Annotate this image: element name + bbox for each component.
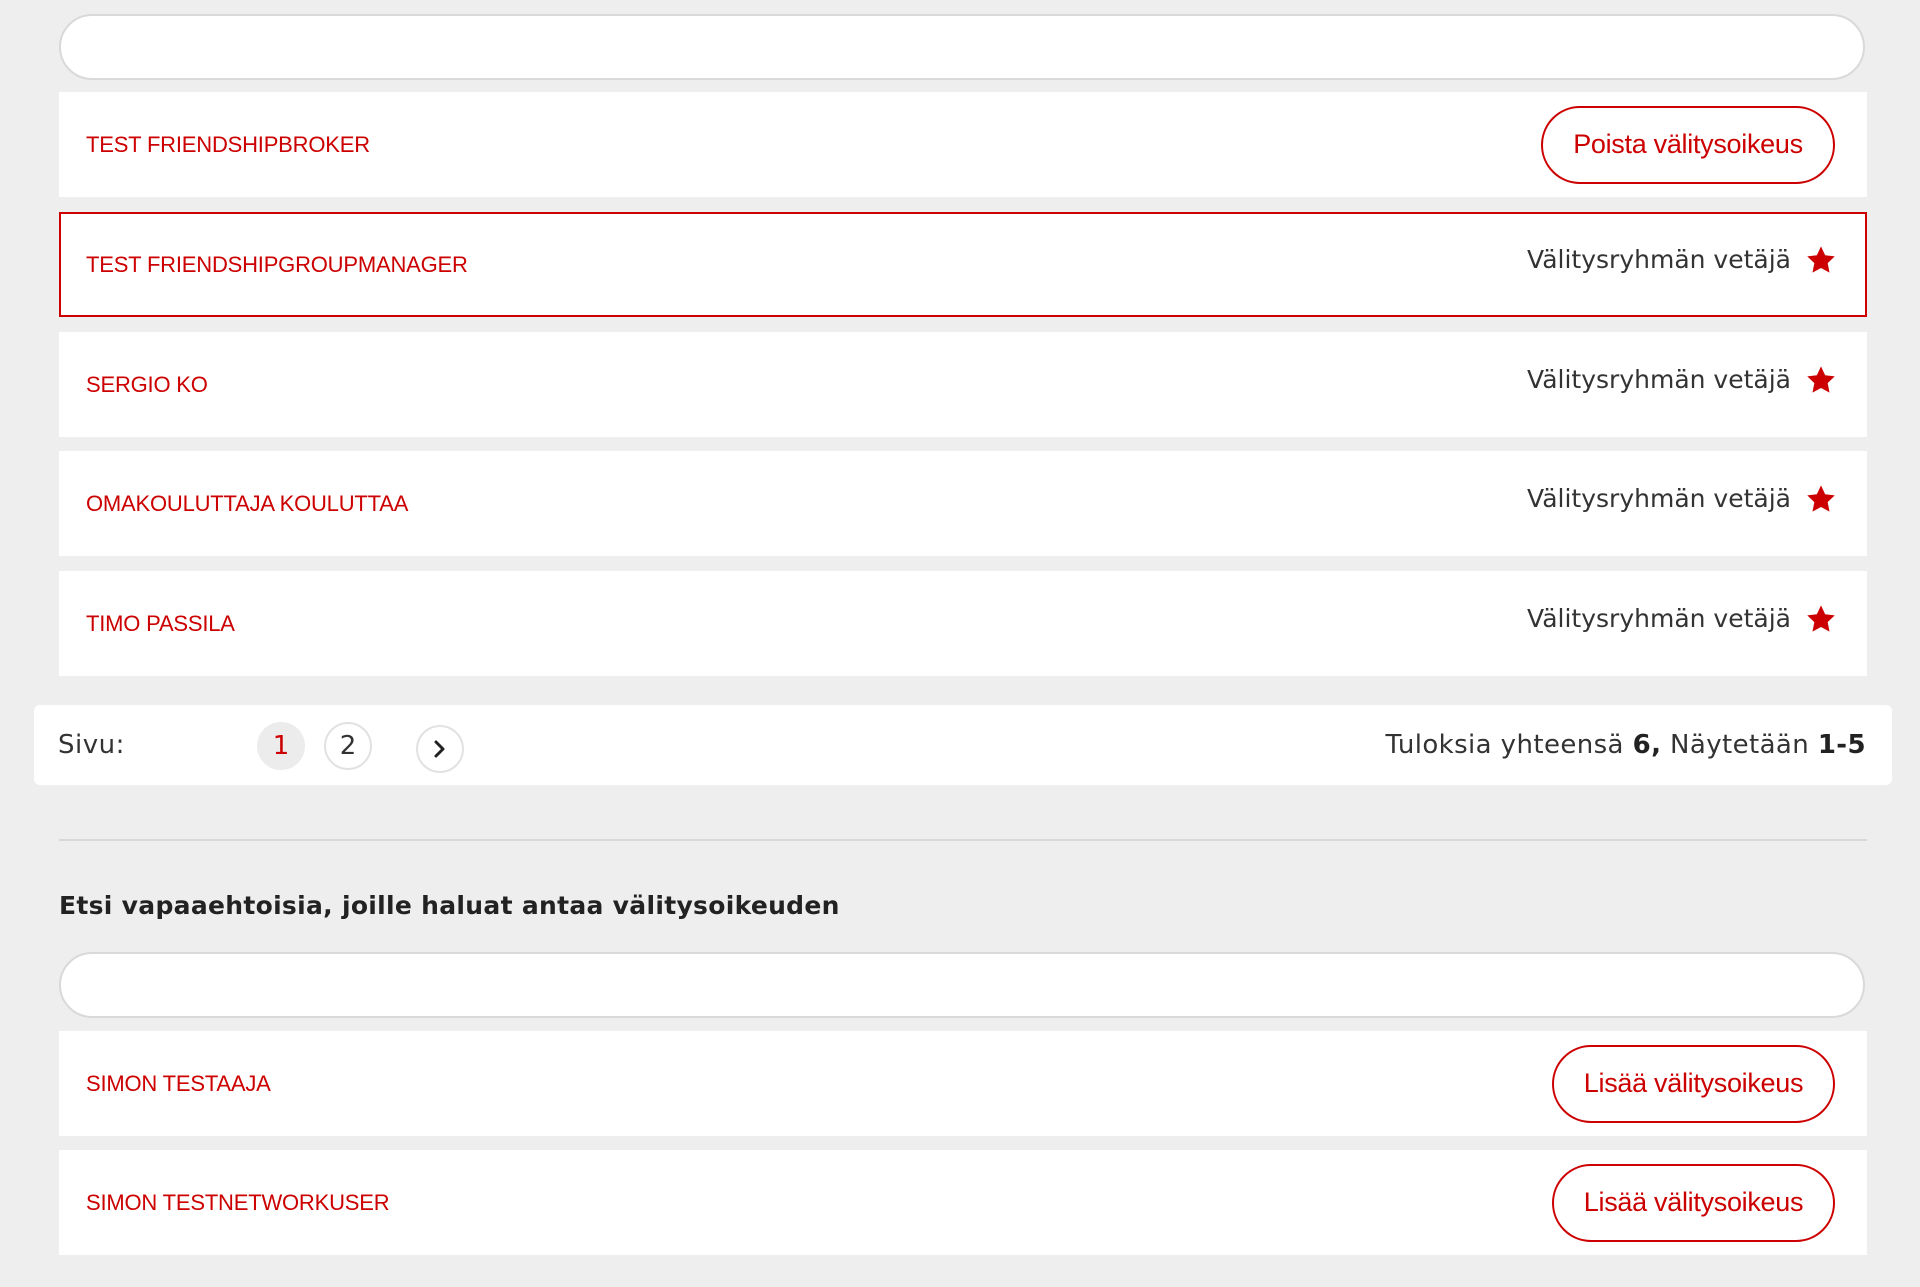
broker-row: TIMO PASSILA Välitysryhmän vetäjä (59, 571, 1867, 676)
broker-row: OMAKOULUTTAJA KOULUTTAA Välitysryhmän ve… (59, 451, 1867, 556)
volunteer-row: SIMON TESTAAJA Lisää välitysoikeus (59, 1031, 1867, 1136)
volunteer-row: SIMON TESTNETWORKUSER Lisää välitysoikeu… (59, 1150, 1867, 1255)
role-label: Välitysryhmän vetäjä (1527, 604, 1791, 633)
volunteer-name[interactable]: SIMON TESTAAJA (86, 1071, 271, 1097)
broker-name[interactable]: TIMO PASSILA (86, 611, 235, 637)
group-leader-badge: Välitysryhmän vetäjä (1527, 244, 1837, 276)
add-broker-right-button[interactable]: Lisää välitysoikeus (1552, 1044, 1835, 1123)
results-showing-label: Näytetään (1670, 730, 1810, 760)
page-1-button[interactable]: 1 (257, 722, 305, 770)
volunteer-search-title: Etsi vapaaehtoisia, joille haluat antaa … (59, 891, 840, 920)
volunteer-search-input[interactable] (59, 952, 1865, 1018)
remove-broker-right-button[interactable]: Poista välitysoikeus (1541, 105, 1835, 184)
group-leader-badge: Välitysryhmän vetäjä (1527, 364, 1837, 396)
star-icon (1807, 365, 1835, 393)
broker-name[interactable]: TEST FRIENDSHIPGROUPMANAGER (86, 252, 468, 278)
section-divider (59, 839, 1867, 841)
next-page-button[interactable] (416, 725, 464, 773)
star-icon (1807, 484, 1835, 512)
role-label: Välitysryhmän vetäjä (1527, 245, 1791, 274)
chevron-right-icon (434, 740, 445, 758)
results-total: 6, (1632, 730, 1662, 760)
results-summary: Tuloksia yhteensä 6, Näytetään 1-5 (1386, 730, 1866, 760)
results-range: 1-5 (1817, 730, 1866, 760)
role-label: Välitysryhmän vetäjä (1527, 484, 1791, 513)
page-2-button[interactable]: 2 (324, 722, 372, 770)
role-label: Välitysryhmän vetäjä (1527, 365, 1791, 394)
broker-row-selected: TEST FRIENDSHIPGROUPMANAGER Välitysryhmä… (59, 212, 1867, 317)
volunteer-name[interactable]: SIMON TESTNETWORKUSER (86, 1190, 390, 1216)
broker-search-input[interactable] (59, 14, 1865, 80)
broker-row: TEST FRIENDSHIPBROKER Poista välitysoike… (59, 92, 1867, 197)
pagination-label: Sivu: (58, 730, 125, 760)
broker-management-page: TEST FRIENDSHIPBROKER Poista välitysoike… (0, 0, 1920, 1287)
results-total-label: Tuloksia yhteensä (1385, 730, 1624, 760)
star-icon (1807, 245, 1835, 273)
broker-name[interactable]: TEST FRIENDSHIPBROKER (86, 132, 370, 158)
add-broker-right-button[interactable]: Lisää välitysoikeus (1552, 1163, 1835, 1242)
star-icon (1807, 604, 1835, 632)
broker-row: SERGIO KO Välitysryhmän vetäjä (59, 332, 1867, 437)
broker-name[interactable]: SERGIO KO (86, 372, 208, 398)
broker-name[interactable]: OMAKOULUTTAJA KOULUTTAA (86, 491, 408, 517)
pagination-bar: Sivu: 1 2 Tuloksia yhteensä 6, Näytetään… (34, 705, 1892, 785)
group-leader-badge: Välitysryhmän vetäjä (1527, 483, 1837, 515)
group-leader-badge: Välitysryhmän vetäjä (1527, 603, 1837, 635)
